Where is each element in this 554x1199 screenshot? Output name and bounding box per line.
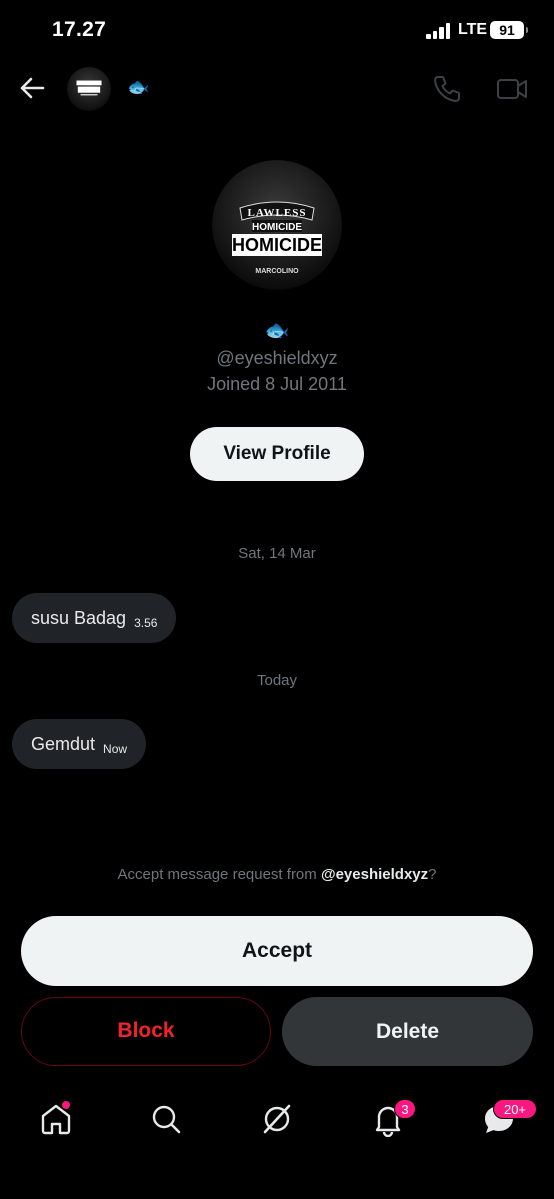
grok-icon[interactable] [259, 1101, 295, 1137]
request-handle: @eyeshieldxyz [320, 866, 429, 883]
status-bar: 17.27 LTE 91 [0, 0, 554, 60]
notification-count-badge: 3 [394, 1099, 416, 1119]
message-time: 3.56 [134, 616, 158, 630]
phone-icon[interactable] [432, 74, 462, 104]
block-button[interactable]: Block [21, 997, 271, 1066]
date-separator: Sat, 14 Mar [238, 545, 316, 562]
request-prefix: Accept message request from [117, 866, 321, 883]
video-camera-icon[interactable] [496, 74, 528, 104]
delete-button[interactable]: Delete [282, 997, 533, 1066]
battery-icon: 91 [490, 21, 528, 39]
avatar-text-marcolino: MARCOLINO [255, 268, 299, 275]
arrow-left-icon[interactable] [18, 74, 46, 102]
avatar-text-homicide-large: HOMICIDE [232, 235, 322, 255]
avatar-text-homicide-small: HOMICIDE [252, 222, 302, 233]
message-request-prompt: Accept message request from @eyeshieldxy… [0, 866, 554, 883]
status-time: 17.27 [52, 18, 107, 41]
profile-handle: @eyeshieldxyz [216, 348, 338, 368]
profile-joined-date: Joined 8 Jul 2011 [207, 374, 347, 394]
message-text: Gemdut [31, 733, 96, 754]
signal-icon [426, 23, 454, 39]
messages-count-badge: 20+ [493, 1099, 537, 1119]
message-bubble[interactable]: Gemdut Now [12, 719, 147, 769]
conversation-header: 🐟 [0, 60, 554, 120]
header-emoji: 🐟 [127, 77, 150, 97]
profile-emoji: 🐟 [264, 320, 290, 342]
profile-avatar[interactable]: LAWLESS HOMICIDE HOMICIDE MARCOLINO [212, 160, 342, 290]
accept-button[interactable]: Accept [21, 916, 533, 986]
request-suffix: ? [428, 866, 437, 883]
message-time: Now [103, 742, 128, 756]
view-profile-button[interactable]: View Profile [190, 427, 364, 481]
network-type: LTE [458, 21, 488, 38]
home-notification-dot [62, 1101, 70, 1109]
avatar-text-lawless: LAWLESS [248, 207, 307, 219]
message-text: susu Badag [31, 607, 127, 628]
search-icon[interactable] [148, 1101, 184, 1137]
header-avatar[interactable] [67, 67, 111, 111]
message-bubble[interactable]: susu Badag 3.56 [12, 593, 177, 643]
date-separator: Today [256, 672, 298, 689]
